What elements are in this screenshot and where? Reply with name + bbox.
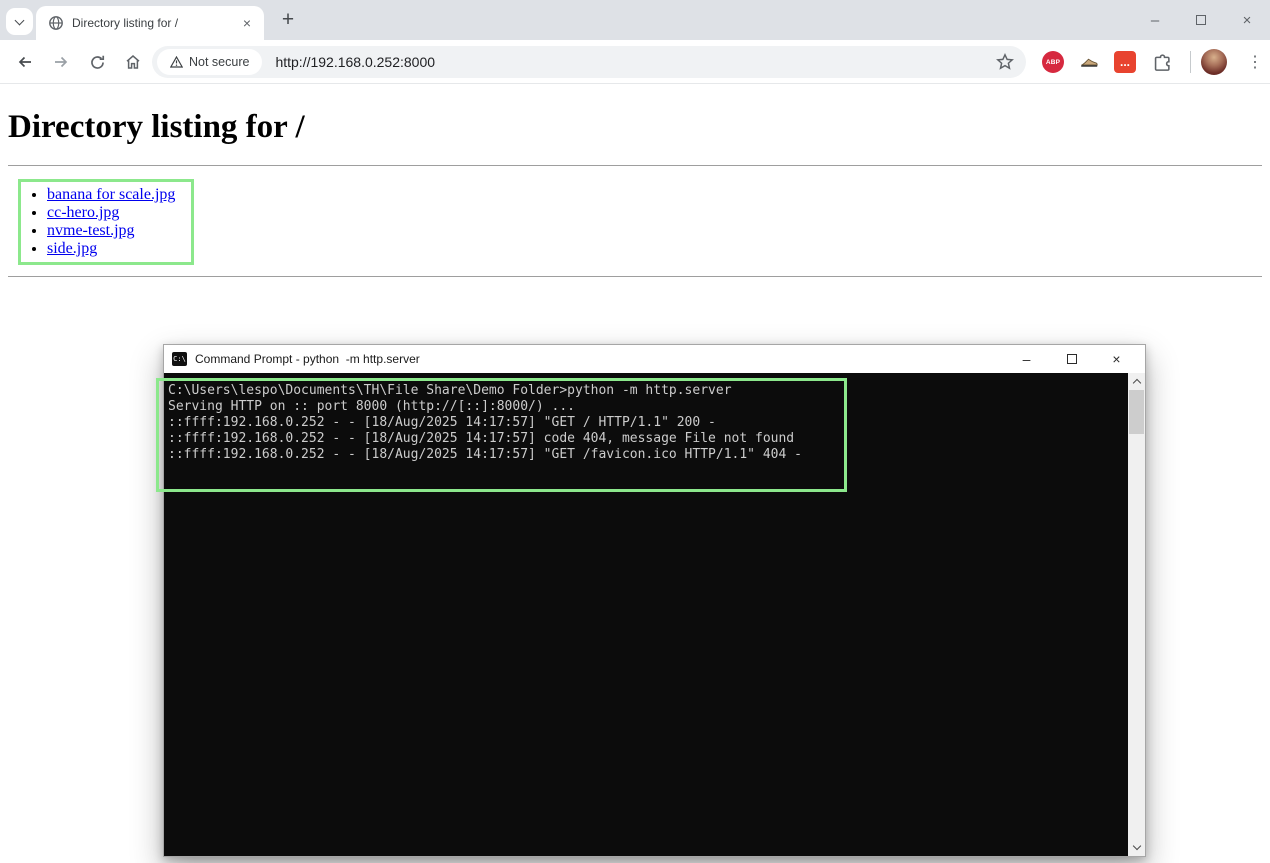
browser-close-button[interactable]: × <box>1224 0 1270 40</box>
tab-search-button[interactable] <box>6 8 33 35</box>
chevron-down-icon <box>1132 842 1140 850</box>
command-prompt-window[interactable]: C:\ Command Prompt - python -m http.serv… <box>163 344 1146 857</box>
forward-arrow-icon <box>52 53 70 71</box>
new-tab-button[interactable]: + <box>274 6 302 34</box>
cmd-window-controls: – × <box>1004 345 1139 373</box>
browser-maximize-button[interactable] <box>1178 0 1224 40</box>
file-list: banana for scale.jpg cc-hero.jpg nvme-te… <box>21 186 175 258</box>
browser-menu-button[interactable]: ⋮ <box>1238 40 1270 84</box>
toolbar-divider <box>1190 51 1191 73</box>
cmd-window-title: Command Prompt - python -m http.server <box>195 352 420 366</box>
file-link-side[interactable]: side.jpg <box>47 240 97 257</box>
cmd-maximize-icon <box>1067 354 1077 364</box>
extensions-button[interactable] <box>1151 51 1173 73</box>
list-item: banana for scale.jpg <box>47 186 175 204</box>
star-icon <box>996 53 1014 71</box>
terminal-scrollbar[interactable] <box>1128 373 1145 856</box>
divider-top <box>8 165 1262 166</box>
maximize-icon <box>1196 15 1206 25</box>
browser-window-controls: – × <box>1132 0 1270 40</box>
browser-toolbar: Not secure http://192.168.0.252:8000 ABP… <box>0 40 1270 84</box>
warning-triangle-icon <box>170 56 183 68</box>
home-icon <box>124 53 142 71</box>
tab-title: Directory listing for / <box>72 16 238 30</box>
profile-avatar[interactable] <box>1201 49 1227 75</box>
url-text: http://192.168.0.252:8000 <box>275 54 435 70</box>
scroll-down-button[interactable] <box>1128 839 1145 856</box>
reload-button[interactable] <box>80 40 114 84</box>
chevron-down-icon <box>15 15 25 25</box>
bookmark-button[interactable] <box>988 40 1022 84</box>
divider-bottom <box>8 276 1262 277</box>
sneaker-extension-icon[interactable] <box>1078 51 1100 73</box>
adblock-extension-icon[interactable]: ABP <box>1042 51 1064 73</box>
cmd-close-button[interactable]: × <box>1094 345 1139 373</box>
file-link-nvme-test[interactable]: nvme-test.jpg <box>47 222 135 239</box>
file-link-cc-hero[interactable]: cc-hero.jpg <box>47 204 119 221</box>
security-chip-label: Not secure <box>189 55 249 69</box>
back-button[interactable] <box>8 40 42 84</box>
cmd-maximize-button[interactable] <box>1049 345 1094 373</box>
terminal-log-line: C:\Users\lespo\Documents\TH\File Share\D… <box>168 383 1125 399</box>
tab-strip: Directory listing for / × + – × <box>0 0 1270 40</box>
terminal-log-line: Serving HTTP on :: port 8000 (http://[::… <box>168 399 1125 415</box>
reload-icon <box>89 54 106 71</box>
list-item: nvme-test.jpg <box>47 222 175 240</box>
terminal-log-line: ::ffff:192.168.0.252 - - [18/Aug/2025 14… <box>168 431 1125 447</box>
list-item: side.jpg <box>47 240 175 258</box>
scrollbar-thumb[interactable] <box>1129 390 1144 434</box>
back-arrow-icon <box>16 53 34 71</box>
sneaker-icon <box>1079 52 1099 72</box>
home-button[interactable] <box>116 40 150 84</box>
browser-minimize-button[interactable]: – <box>1132 0 1178 40</box>
list-item: cc-hero.jpg <box>47 204 175 222</box>
annotation-box-file-list: banana for scale.jpg cc-hero.jpg nvme-te… <box>18 179 194 265</box>
terminal-output-area[interactable]: C:\Users\lespo\Documents\TH\File Share\D… <box>164 373 1145 856</box>
cmd-icon: C:\ <box>172 352 187 366</box>
address-bar[interactable]: Not secure http://192.168.0.252:8000 <box>152 46 1026 78</box>
security-chip[interactable]: Not secure <box>157 49 262 75</box>
terminal-output: C:\Users\lespo\Documents\TH\File Share\D… <box>164 373 1145 463</box>
terminal-log-line: ::ffff:192.168.0.252 - - [18/Aug/2025 14… <box>168 447 1125 463</box>
dots-extension-icon[interactable]: ... <box>1114 51 1136 73</box>
tab-close-icon[interactable]: × <box>238 14 256 32</box>
puzzle-piece-icon <box>1153 53 1172 72</box>
scroll-up-button[interactable] <box>1128 373 1145 390</box>
page-title: Directory listing for / <box>8 109 1262 146</box>
globe-favicon-icon <box>48 15 64 31</box>
file-link-banana[interactable]: banana for scale.jpg <box>47 186 175 203</box>
forward-button[interactable] <box>44 40 78 84</box>
tab-directory-listing[interactable]: Directory listing for / × <box>36 6 264 40</box>
chevron-up-icon <box>1132 379 1140 387</box>
terminal-log-line: ::ffff:192.168.0.252 - - [18/Aug/2025 14… <box>168 415 1125 431</box>
cmd-minimize-button[interactable]: – <box>1004 345 1049 373</box>
cmd-title-bar[interactable]: C:\ Command Prompt - python -m http.serv… <box>164 345 1145 373</box>
